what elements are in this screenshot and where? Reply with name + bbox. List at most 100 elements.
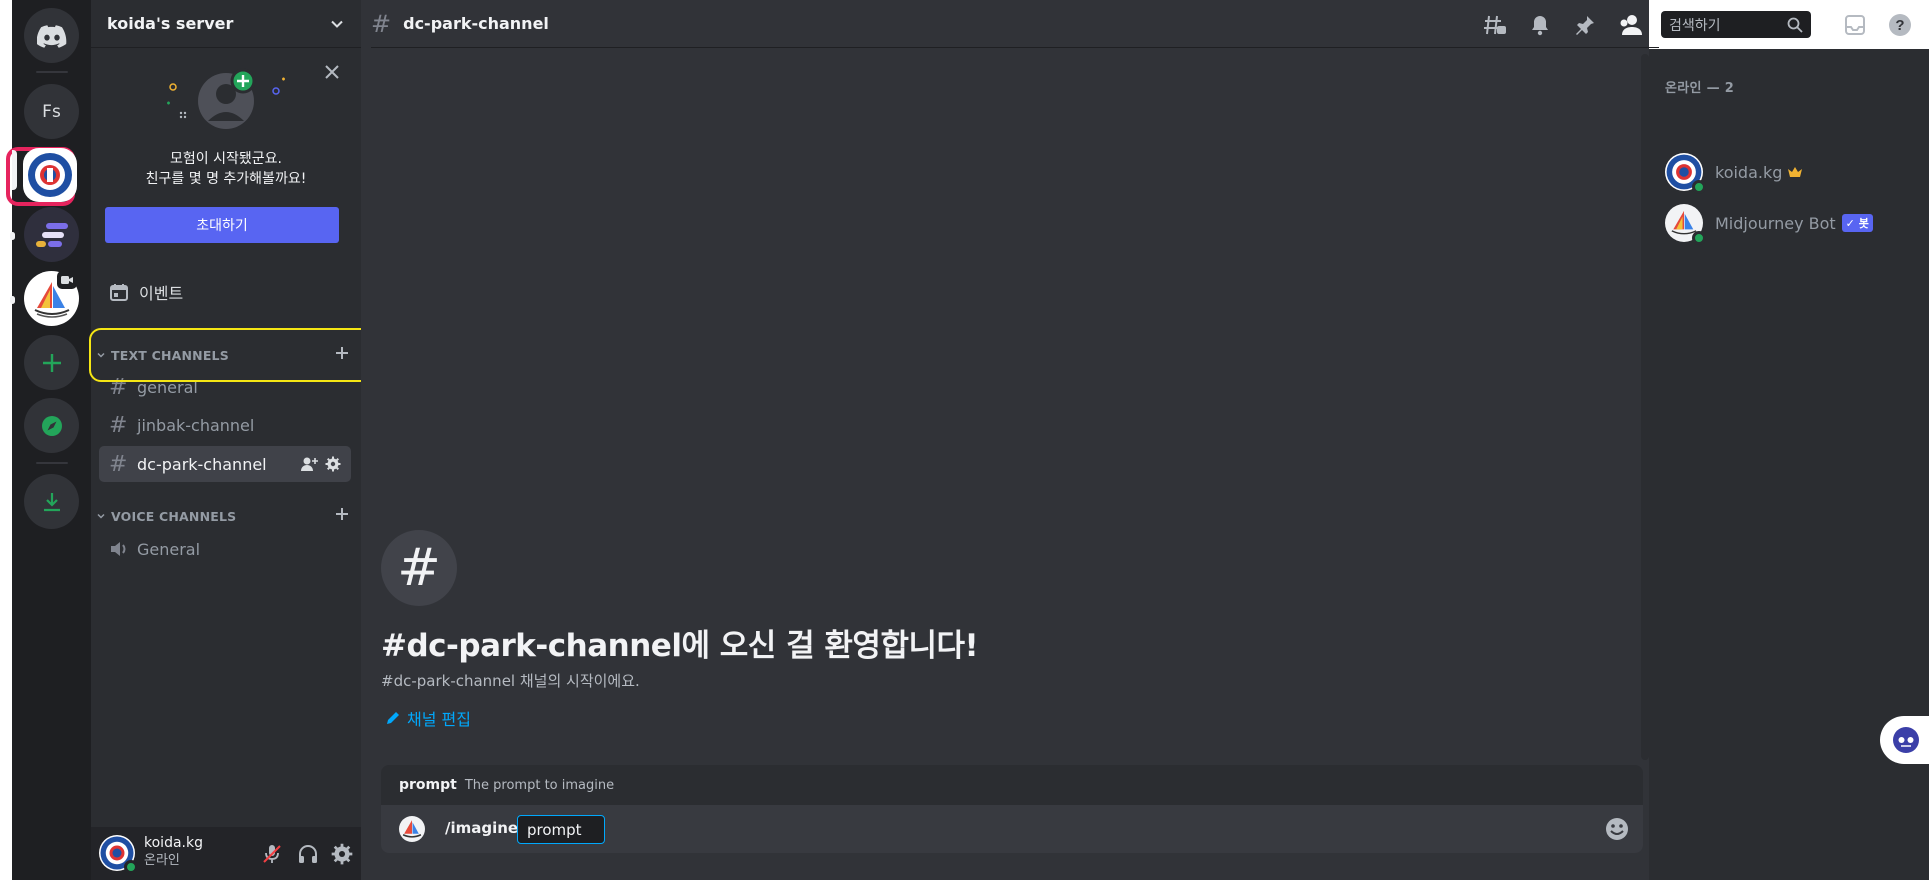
explore-servers-button[interactable] <box>24 398 79 453</box>
member-name: Midjourney Bot <box>1715 213 1836 233</box>
channel-name: jinbak-channel <box>137 415 255 435</box>
user-status: 온라인 <box>144 853 180 868</box>
member-midjourney-bot[interactable]: Midjourney Bot ✓ 봇 <box>1665 198 1873 248</box>
close-invite-button[interactable] <box>323 63 343 83</box>
server-fs[interactable]: Fs <box>24 84 79 139</box>
inbox-icon <box>1845 15 1865 35</box>
user-settings-button[interactable] <box>331 843 353 865</box>
message-composer[interactable]: /imagine prompt <box>381 805 1643 853</box>
add-friend-illustration-icon <box>167 68 285 129</box>
bot-badge: ✓ 봇 <box>1841 214 1873 232</box>
notifications-button[interactable] <box>1527 12 1553 38</box>
pinned-messages-button[interactable] <box>1572 12 1598 38</box>
user-info[interactable]: koida.kg 온라인 <box>144 835 203 869</box>
events-label: 이벤트 <box>139 284 184 303</box>
robot-face-icon <box>1893 727 1919 753</box>
channel-name: dc-park-channel <box>137 454 267 474</box>
channel-jinbak[interactable]: # jinbak-channel <box>99 407 351 443</box>
invite-button[interactable]: 초대하기 <box>105 207 339 243</box>
emoji-button[interactable] <box>1605 817 1629 841</box>
unread-dot <box>10 232 15 240</box>
bot-avatar <box>399 816 425 842</box>
deafen-button[interactable] <box>297 843 319 865</box>
server-bars[interactable] <box>24 207 79 262</box>
svg-text:?: ? <box>1895 17 1904 34</box>
highlight-box-yellow <box>89 328 379 382</box>
online-status-dot <box>124 860 138 874</box>
threads-icon <box>1484 15 1506 35</box>
member-koida[interactable]: koida.kg <box>1665 147 1803 197</box>
invite-button-label: 초대하기 <box>196 218 248 234</box>
events-item[interactable]: 이벤트 <box>99 274 351 310</box>
plus-icon <box>336 508 348 520</box>
discord-app: Fs koida's server 모험이 시작됐군요. 친구를 몇 명 추가해… <box>6 0 1929 880</box>
server-name: koida's server <box>107 14 234 33</box>
plus-icon <box>42 353 61 372</box>
option-description: The prompt to imagine <box>464 777 615 793</box>
slash-command: /imagine <box>445 819 519 837</box>
channel-name: General <box>137 539 201 559</box>
option-name: prompt <box>399 777 457 793</box>
channel-sidebar: koida's server 모험이 시작됐군요. 친구를 몇 명 추가해볼까요… <box>91 0 361 880</box>
pencil-icon <box>387 712 399 724</box>
prompt-input[interactable]: prompt <box>517 815 605 844</box>
create-voice-channel-button[interactable] <box>333 505 353 525</box>
mute-button[interactable] <box>261 843 283 865</box>
channel-settings-gear-icon[interactable] <box>325 456 341 472</box>
help-icon: ? <box>1889 14 1911 36</box>
scrollbar[interactable] <box>1641 54 1649 760</box>
invite-line-1: 모험이 시작됐군요. <box>170 151 282 167</box>
create-invite-icon[interactable] <box>301 456 319 472</box>
welcome-subtitle: #dc-park-channel 채널의 시작이에요. <box>381 672 640 690</box>
prompt-param: prompt <box>527 820 582 839</box>
search-icon <box>1787 17 1803 33</box>
username: koida.kg <box>144 835 203 851</box>
video-camera-icon <box>61 276 73 284</box>
invite-card: 모험이 시작됐군요. 친구를 몇 명 추가해볼까요! 초대하기 <box>91 49 361 249</box>
avatar <box>1665 204 1706 245</box>
server-koida[interactable] <box>23 148 77 202</box>
channel-header: # dc-park-channel <box>371 0 1659 48</box>
headphones-icon <box>299 845 317 863</box>
add-server-button[interactable] <box>24 335 79 390</box>
inbox-button[interactable] <box>1842 12 1868 38</box>
discord-home-button[interactable] <box>24 8 79 63</box>
video-badge <box>57 271 77 289</box>
edit-channel-label: 채널 편집 <box>407 710 471 729</box>
search-input[interactable]: 검색하기 <box>1661 11 1811 38</box>
member-list-button[interactable] <box>1617 12 1643 38</box>
download-apps-button[interactable] <box>24 474 79 529</box>
member-name: koida.kg <box>1715 162 1783 182</box>
members-icon <box>1620 15 1642 35</box>
hashtag-icon: # <box>371 9 392 38</box>
speaker-icon <box>111 542 126 556</box>
compass-icon <box>41 415 62 436</box>
server-header[interactable]: koida's server <box>91 0 361 48</box>
hashtag-icon: # <box>109 451 128 477</box>
category-label: VOICE CHANNELS <box>111 508 237 524</box>
floating-assistant-button[interactable] <box>1880 716 1929 764</box>
avatar <box>1665 153 1706 194</box>
stacked-bars-icon <box>35 222 68 247</box>
avatar[interactable] <box>99 835 138 874</box>
hashtag-icon: # <box>109 412 128 438</box>
category-voice-channels[interactable]: VOICE CHANNELS <box>95 504 357 528</box>
threads-button[interactable] <box>1482 12 1508 38</box>
invite-line-2: 친구를 몇 명 추가해볼까요! <box>145 171 307 187</box>
rail-separator <box>36 462 68 464</box>
welcome-title: #dc-park-channel에 오신 걸 환영합니다! <box>381 628 979 664</box>
active-server-pill <box>12 150 17 190</box>
gear-icon <box>331 843 353 865</box>
voice-channel-general[interactable]: General <box>99 531 351 567</box>
online-status-dot <box>1692 180 1706 194</box>
channel-dc-park[interactable]: # dc-park-channel <box>99 446 351 482</box>
rail-separator <box>36 71 68 73</box>
download-icon <box>43 492 60 511</box>
sailboat-icon <box>402 820 422 838</box>
channel-hashtag-badge-icon: # <box>381 530 457 606</box>
help-button[interactable]: ? <box>1887 12 1913 38</box>
channel-title: dc-park-channel <box>403 14 549 33</box>
discord-logo-icon <box>36 24 66 48</box>
unread-dot <box>10 296 15 304</box>
edit-channel-link[interactable]: 채널 편집 <box>385 706 471 730</box>
